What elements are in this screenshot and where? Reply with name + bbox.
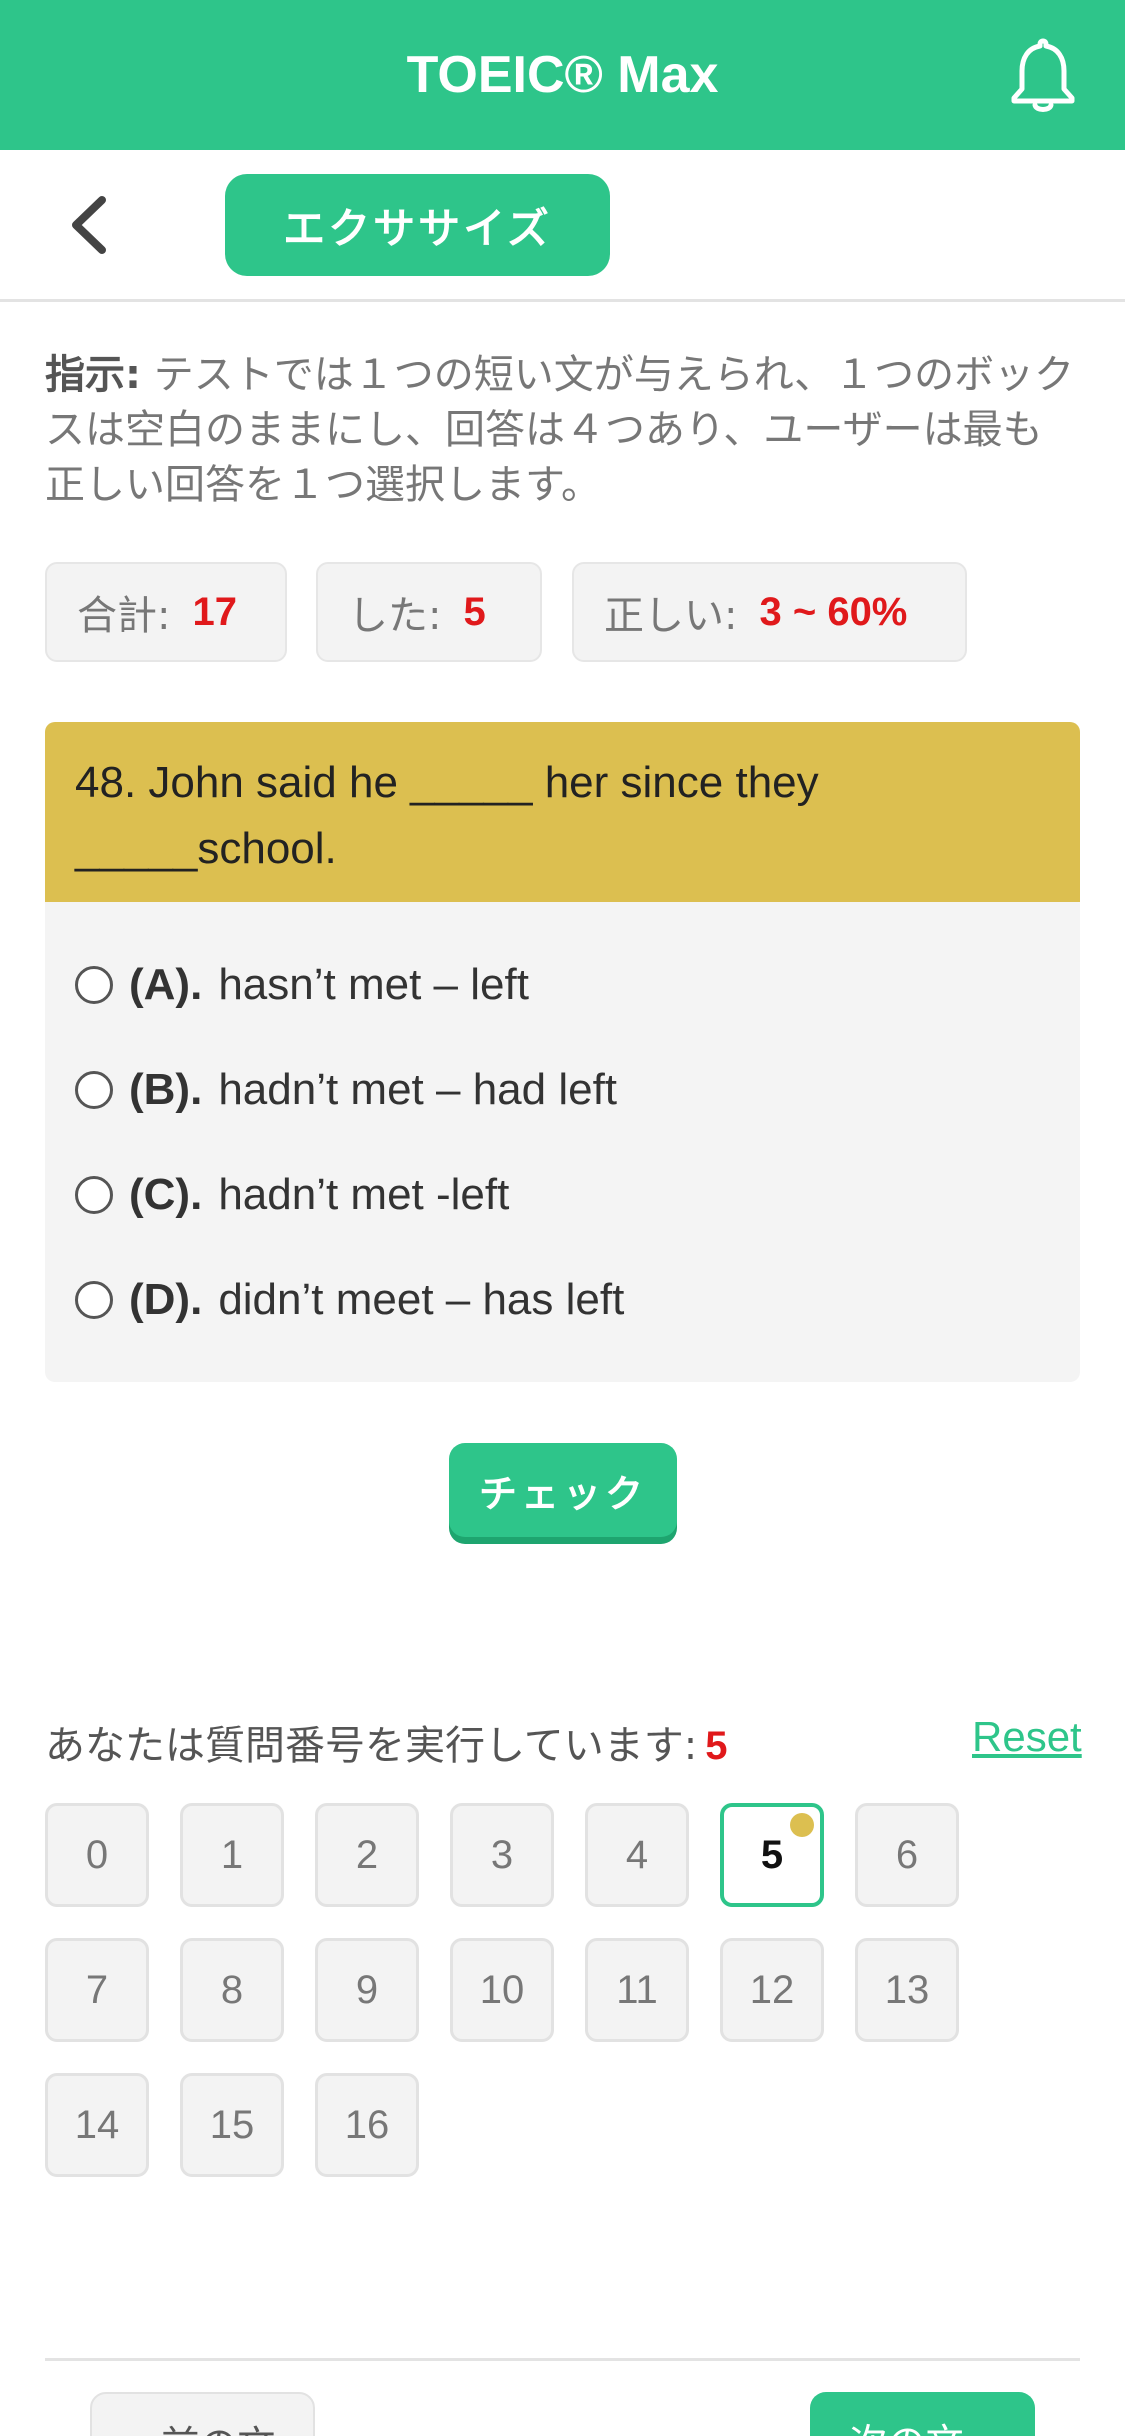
option-b[interactable]: (B). hadn’t met – had left [75, 1055, 617, 1125]
question-number-button[interactable]: 4 [585, 1803, 689, 1907]
next-button[interactable]: 次の文 » [810, 2392, 1035, 2436]
instructions-text: テストでは１つの短い文が与えられ、１つのボックスは空白のままにし、回答は４つあり… [45, 352, 1075, 508]
running-label-text: あなたは質問番号を実行しています: [45, 1723, 698, 1769]
question-number-button[interactable]: 0 [45, 1803, 149, 1907]
question-number-button[interactable]: 14 [45, 2073, 149, 2177]
stat-correct-value: 3 ~ 60% [759, 589, 908, 634]
option-a[interactable]: (A). hasn’t met – left [75, 950, 529, 1020]
sub-header: エクササイズ [0, 150, 1125, 302]
divider [45, 2358, 1080, 2361]
question-number-label: 5 [760, 1832, 784, 1877]
question-number-button[interactable]: 13 [855, 1938, 959, 2042]
option-text: hasn’t met – left [218, 960, 529, 1009]
stat-done-label: した: [348, 593, 442, 639]
question-number-button[interactable]: 12 [720, 1938, 824, 2042]
current-indicator-dot [790, 1813, 814, 1837]
question-number-button[interactable]: 16 [315, 2073, 419, 2177]
check-button[interactable]: チェック [449, 1443, 677, 1537]
option-c[interactable]: (C). hadn’t met -left [75, 1160, 509, 1230]
running-question-label: あなたは質問番号を実行しています: 5 [45, 1713, 728, 1771]
stat-total-value: 17 [192, 589, 237, 634]
question-text: 48. John said he _____ her since they __… [45, 722, 1080, 902]
option-text: hadn’t met -left [218, 1170, 510, 1219]
app-title: TOEIC® Max [406, 46, 719, 104]
option-text: hadn’t met – had left [218, 1065, 618, 1114]
instructions-label: 指示: [45, 352, 141, 398]
question-number-button[interactable]: 3 [450, 1803, 554, 1907]
question-number-button[interactable]: 10 [450, 1938, 554, 2042]
stat-correct: 正しい: 3 ~ 60% [572, 562, 967, 662]
exercise-button[interactable]: エクササイズ [225, 174, 610, 276]
reset-link[interactable]: Reset [972, 1713, 1082, 1761]
question-number-button[interactable]: 9 [315, 1938, 419, 2042]
radio-button[interactable] [75, 966, 113, 1004]
question-number-button[interactable]: 6 [855, 1803, 959, 1907]
back-arrow-icon[interactable] [60, 190, 120, 260]
previous-button[interactable]: « 前の文 [90, 2392, 315, 2436]
option-letter: (A). [129, 960, 203, 1009]
current-question-number: 5 [705, 1724, 728, 1768]
question-number-button[interactable]: 1 [180, 1803, 284, 1907]
instructions: 指示: テストでは１つの短い文が与えられ、１つのボックスは空白のままにし、回答は… [45, 348, 1075, 513]
radio-button[interactable] [75, 1176, 113, 1214]
stat-done-value: 5 [463, 589, 486, 634]
radio-button[interactable] [75, 1071, 113, 1109]
option-text: didn’t meet – has left [218, 1275, 625, 1324]
stat-total-label: 合計: [77, 593, 171, 639]
question-number-button-active[interactable]: 5 [720, 1803, 824, 1907]
stat-correct-label: 正しい: [604, 593, 738, 639]
question-number-button[interactable]: 7 [45, 1938, 149, 2042]
question-number-button[interactable]: 15 [180, 2073, 284, 2177]
stat-done: した: 5 [316, 562, 542, 662]
option-letter: (B). [129, 1065, 203, 1114]
option-letter: (C). [129, 1170, 203, 1219]
stat-total: 合計: 17 [45, 562, 287, 662]
question-number-button[interactable]: 2 [315, 1803, 419, 1907]
question-card: 48. John said he _____ her since they __… [45, 722, 1080, 1382]
radio-button[interactable] [75, 1281, 113, 1319]
option-letter: (D). [129, 1275, 203, 1324]
bell-icon[interactable] [1006, 35, 1080, 115]
option-d[interactable]: (D). didn’t meet – has left [75, 1265, 624, 1335]
app-header: TOEIC® Max [0, 0, 1125, 150]
question-number-button[interactable]: 11 [585, 1938, 689, 2042]
question-number-button[interactable]: 8 [180, 1938, 284, 2042]
